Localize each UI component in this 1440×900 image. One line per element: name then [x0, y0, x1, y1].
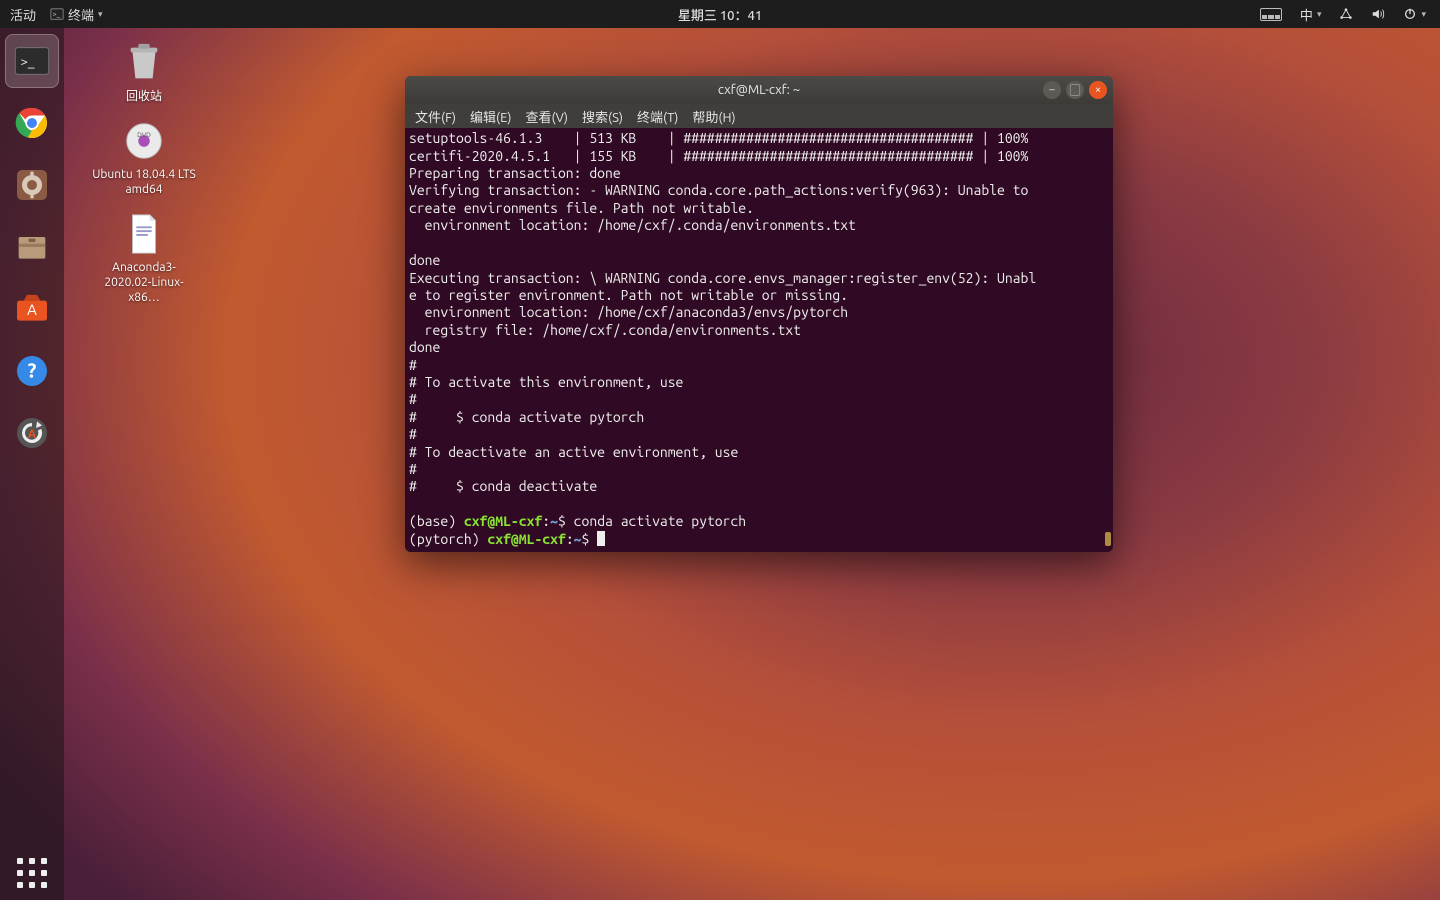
top-panel: 活动 >_ 终端 ▾ 星期三 10：41 中 ▾ — [0, 0, 1440, 28]
menu-search[interactable]: 搜索(S) — [582, 107, 623, 126]
dock-item-terminal[interactable]: >_ — [5, 34, 59, 88]
dock-item-files[interactable] — [5, 220, 59, 274]
svg-text:A: A — [28, 428, 37, 441]
dock-item-chrome[interactable] — [5, 96, 59, 150]
desktop-icons: 回收站 DVD Ubuntu 18.04.4 LTS amd64 Anacond… — [84, 40, 204, 305]
svg-text:?: ? — [28, 359, 37, 382]
menu-view[interactable]: 查看(V) — [526, 107, 568, 126]
network-indicator[interactable] — [1339, 7, 1353, 21]
window-titlebar[interactable]: cxf@ML-cxf: ~ – ▢ × — [405, 76, 1113, 104]
terminal-icon: >_ — [50, 7, 64, 21]
app-menu-label: 终端 — [68, 5, 94, 24]
file-icon — [121, 211, 167, 257]
activities-button[interactable]: 活动 — [10, 5, 36, 24]
desktop-icon-label: Ubuntu 18.04.4 LTS amd64 — [89, 167, 199, 197]
terminal-window: cxf@ML-cxf: ~ – ▢ × 文件(F) 编辑(E) 查看(V) 搜索… — [405, 76, 1113, 552]
desktop-icon-label: 回收站 — [126, 89, 162, 104]
menu-file[interactable]: 文件(F) — [415, 107, 456, 126]
window-close-button[interactable]: × — [1089, 81, 1107, 99]
power-icon — [1403, 7, 1417, 21]
chevron-down-icon: ▾ — [1421, 9, 1426, 20]
dock-item-help[interactable]: ? — [5, 344, 59, 398]
show-applications-button[interactable] — [5, 846, 59, 900]
scrollbar-thumb[interactable] — [1105, 532, 1111, 546]
ime-label: 中 — [1300, 5, 1313, 24]
menu-help[interactable]: 帮助(H) — [692, 107, 735, 126]
desktop-icon-anaconda[interactable]: Anaconda3-2020.02-Linux-x86… — [84, 211, 204, 305]
app-menu[interactable]: >_ 终端 ▾ — [50, 5, 103, 24]
chevron-down-icon: ▾ — [98, 9, 103, 20]
window-minimize-button[interactable]: – — [1043, 81, 1061, 99]
ime-indicator[interactable]: 中 ▾ — [1300, 5, 1322, 24]
desktop-icon-iso[interactable]: DVD Ubuntu 18.04.4 LTS amd64 — [84, 118, 204, 197]
apps-grid-icon — [17, 858, 47, 888]
svg-text:>_: >_ — [20, 54, 35, 69]
keyboard-indicator[interactable] — [1260, 8, 1282, 21]
svg-text:>_: >_ — [53, 11, 61, 19]
volume-icon — [1371, 7, 1385, 21]
dock-item-settings-tool[interactable] — [5, 158, 59, 212]
trash-icon — [121, 40, 167, 86]
desktop-icon-label: Anaconda3-2020.02-Linux-x86… — [89, 260, 199, 305]
volume-indicator[interactable] — [1371, 7, 1385, 21]
chevron-down-icon: ▾ — [1317, 9, 1322, 20]
dock-item-software-center[interactable]: A — [5, 282, 59, 336]
menu-edit[interactable]: 编辑(E) — [470, 107, 511, 126]
svg-text:DVD: DVD — [137, 132, 151, 139]
system-menu[interactable]: ▾ — [1403, 7, 1426, 21]
clock[interactable]: 星期三 10：41 — [678, 5, 762, 24]
window-title: cxf@ML-cxf: ~ — [718, 83, 800, 97]
menu-terminal[interactable]: 终端(T) — [637, 107, 678, 126]
window-maximize-button[interactable]: ▢ — [1066, 81, 1084, 99]
window-menubar: 文件(F) 编辑(E) 查看(V) 搜索(S) 终端(T) 帮助(H) — [405, 104, 1113, 128]
terminal-body[interactable]: setuptools-46.1.3 | 513 KB | ###########… — [405, 128, 1113, 552]
terminal-output: setuptools-46.1.3 | 513 KB | ###########… — [409, 130, 1109, 548]
dock: >_ A ? A — [0, 28, 64, 900]
disc-icon: DVD — [121, 118, 167, 164]
dock-item-software-updater[interactable]: A — [5, 406, 59, 460]
desktop-icon-trash[interactable]: 回收站 — [84, 40, 204, 104]
keyboard-icon — [1260, 8, 1282, 21]
svg-text:A: A — [27, 301, 37, 318]
network-icon — [1339, 7, 1353, 21]
